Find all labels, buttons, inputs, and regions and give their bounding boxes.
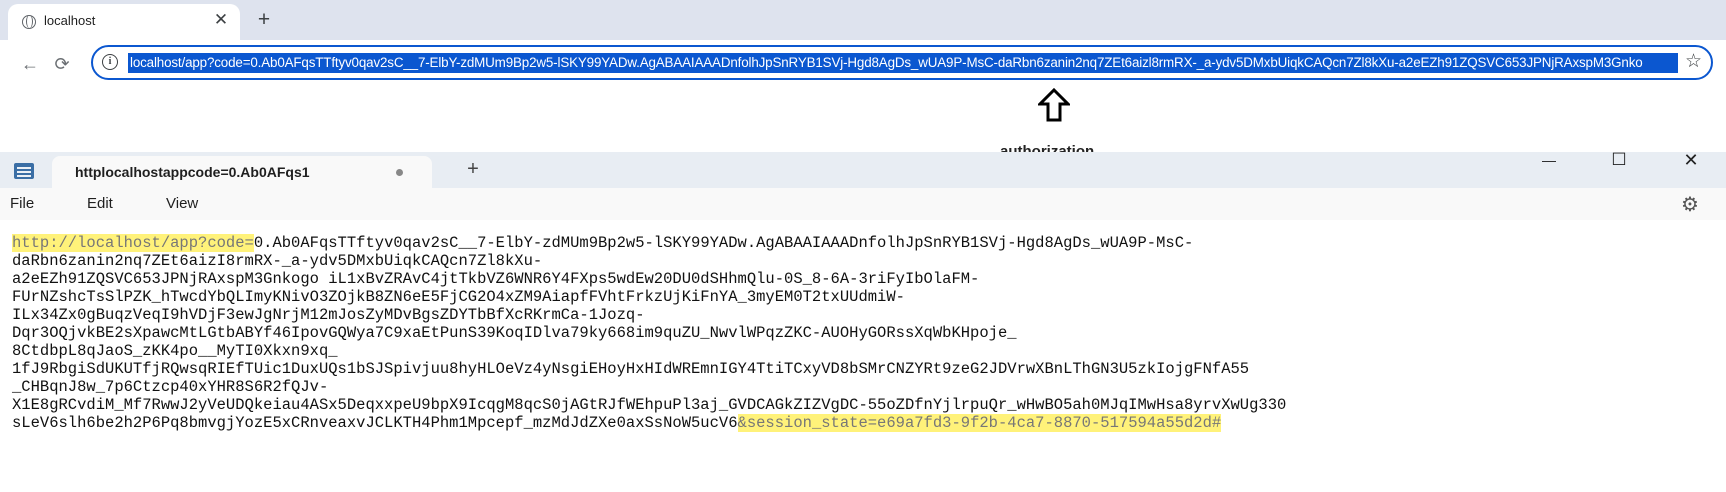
minimize-button[interactable]: — xyxy=(1526,147,1572,173)
browser-tab-strip: localhost ✕ + xyxy=(0,0,1726,40)
close-window-button[interactable]: ✕ xyxy=(1668,147,1714,173)
browser-tab-title: localhost xyxy=(44,13,96,28)
menu-view[interactable]: View xyxy=(166,195,198,212)
notepad-tab[interactable]: httplocalhostappcode=0.Ab0AFqs1 xyxy=(52,156,432,188)
settings-gear-icon[interactable]: ⚙ xyxy=(1681,192,1699,217)
maximize-button[interactable]: ☐ xyxy=(1596,147,1642,173)
up-arrow-icon xyxy=(1038,88,1070,122)
info-icon[interactable]: i xyxy=(102,54,118,70)
unsaved-dot-icon xyxy=(396,169,403,176)
menu-edit[interactable]: Edit xyxy=(87,195,113,212)
notepad-menu-bar: File Edit View ⚙ xyxy=(0,188,1726,220)
browser-toolbar: ← ⟳ i localhost/app?code=0.Ab0AFqsTTftyv… xyxy=(0,40,1726,88)
address-bar-url[interactable]: localhost/app?code=0.Ab0AFqsTTftyv0qav2s… xyxy=(128,53,1678,73)
browser-tab-localhost[interactable]: localhost ✕ xyxy=(8,4,240,40)
session-state-highlight: &session_state=e69a7fd3-9f2b-4ca7-8870-5… xyxy=(737,414,1222,432)
authorization-code-text: 0.Ab0AFqsTTftyv0qav2sC__7-ElbY-zdMUm9Bp2… xyxy=(12,234,1287,432)
bookmark-star-icon[interactable]: ☆ xyxy=(1685,51,1702,73)
globe-icon xyxy=(22,15,36,29)
notepad-icon xyxy=(14,163,34,179)
url-prefix-highlight: http://localhost/app?code= xyxy=(12,234,254,252)
reload-icon[interactable]: ⟳ xyxy=(50,52,74,76)
notepad-tab-title: httplocalhostappcode=0.Ab0AFqs1 xyxy=(75,164,310,180)
menu-file[interactable]: File xyxy=(10,195,34,212)
close-tab-icon[interactable]: ✕ xyxy=(210,9,232,31)
notepad-editor[interactable]: http://localhost/app?code=0.Ab0AFqsTTfty… xyxy=(0,220,1726,492)
back-arrow-icon[interactable]: ← xyxy=(18,52,42,76)
document-text[interactable]: http://localhost/app?code=0.Ab0AFqsTTfty… xyxy=(12,234,1722,432)
new-tab-button[interactable]: + xyxy=(252,8,276,32)
notepad-tab-bar: httplocalhostappcode=0.Ab0AFqs1 + xyxy=(0,152,1726,188)
address-bar[interactable]: i localhost/app?code=0.Ab0AFqsTTftyv0qav… xyxy=(91,45,1713,80)
notepad-new-tab-button[interactable]: + xyxy=(460,156,486,182)
